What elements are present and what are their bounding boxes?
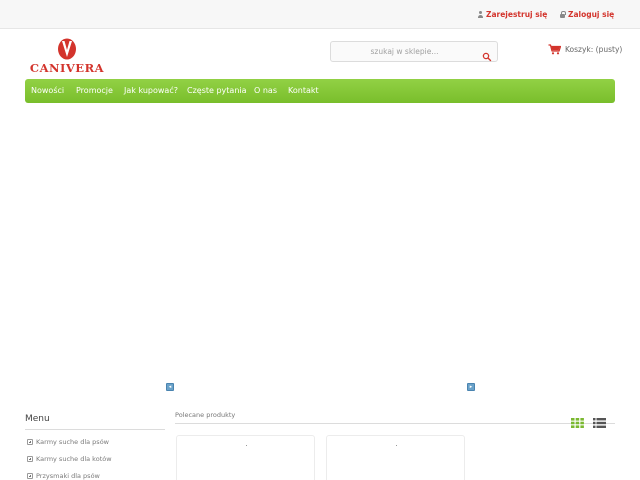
nav-item-czeste-pytania[interactable]: Częste pytania — [187, 86, 247, 95]
login-link[interactable]: Zaloguj się — [560, 10, 614, 19]
plus-icon — [27, 473, 33, 479]
product-card[interactable] — [176, 435, 315, 480]
sidebar-divider — [25, 429, 165, 430]
register-link[interactable]: Zarejestruj się — [477, 10, 547, 19]
logo-text: CANIVERA — [29, 61, 105, 75]
sidebar-item-label: Karmy suche dla kotów — [36, 455, 112, 463]
sidebar-item-label: Karmy suche dla psów — [36, 438, 109, 446]
person-icon — [477, 11, 483, 18]
search-button[interactable] — [482, 47, 492, 62]
sidebar-item-label: Przysmaki dla psów — [36, 472, 100, 480]
search-icon — [482, 52, 492, 62]
sidebar-item-przysmaki-psy[interactable]: Przysmaki dla psów — [27, 472, 100, 480]
register-label: Zarejestruj się — [486, 10, 548, 19]
list-view-button[interactable] — [593, 413, 606, 428]
slider-next-button[interactable]: ▸ — [467, 383, 475, 391]
nav-item-kontakt[interactable]: Kontakt — [288, 86, 319, 95]
grid-view-button[interactable] — [571, 413, 584, 428]
banner-slider: ◂ ▸ — [25, 110, 615, 395]
login-label: Zaloguj się — [568, 10, 615, 19]
plus-icon — [27, 439, 33, 445]
sidebar-title: Menu — [25, 414, 50, 424]
nav-item-jak-kupowac[interactable]: Jak kupować? — [124, 86, 178, 95]
plus-icon — [27, 456, 33, 462]
nav-item-nowosci[interactable]: Nowości — [31, 86, 64, 95]
cart-icon — [548, 44, 561, 55]
section-title: Polecane produkty — [175, 411, 236, 419]
search-box — [330, 41, 498, 62]
list-view-icon — [593, 418, 606, 428]
product-image-placeholder — [396, 445, 397, 446]
lock-icon — [560, 10, 567, 19]
cart-label: Koszyk: (pusty) — [565, 45, 623, 54]
nav-item-o-nas[interactable]: O nas — [254, 86, 277, 95]
product-card[interactable] — [326, 435, 465, 480]
logo[interactable]: CANIVERA — [27, 38, 107, 75]
cart-link[interactable]: Koszyk: (pusty) — [548, 44, 622, 55]
product-image-placeholder — [246, 445, 247, 446]
section-divider — [175, 423, 615, 424]
slider-prev-button[interactable]: ◂ — [166, 383, 174, 391]
nav-item-promocje[interactable]: Promocje — [76, 86, 113, 95]
sidebar-item-karmy-koty[interactable]: Karmy suche dla kotów — [27, 455, 112, 463]
search-input[interactable] — [332, 43, 477, 60]
grid-view-icon — [571, 418, 584, 428]
top-bar: Zarejestruj się Zaloguj się — [0, 0, 640, 29]
sidebar-item-karmy-psy[interactable]: Karmy suche dla psów — [27, 438, 109, 446]
main-nav: Nowości Promocje Jak kupować? Częste pyt… — [25, 79, 615, 103]
logo-emblem — [58, 38, 76, 60]
